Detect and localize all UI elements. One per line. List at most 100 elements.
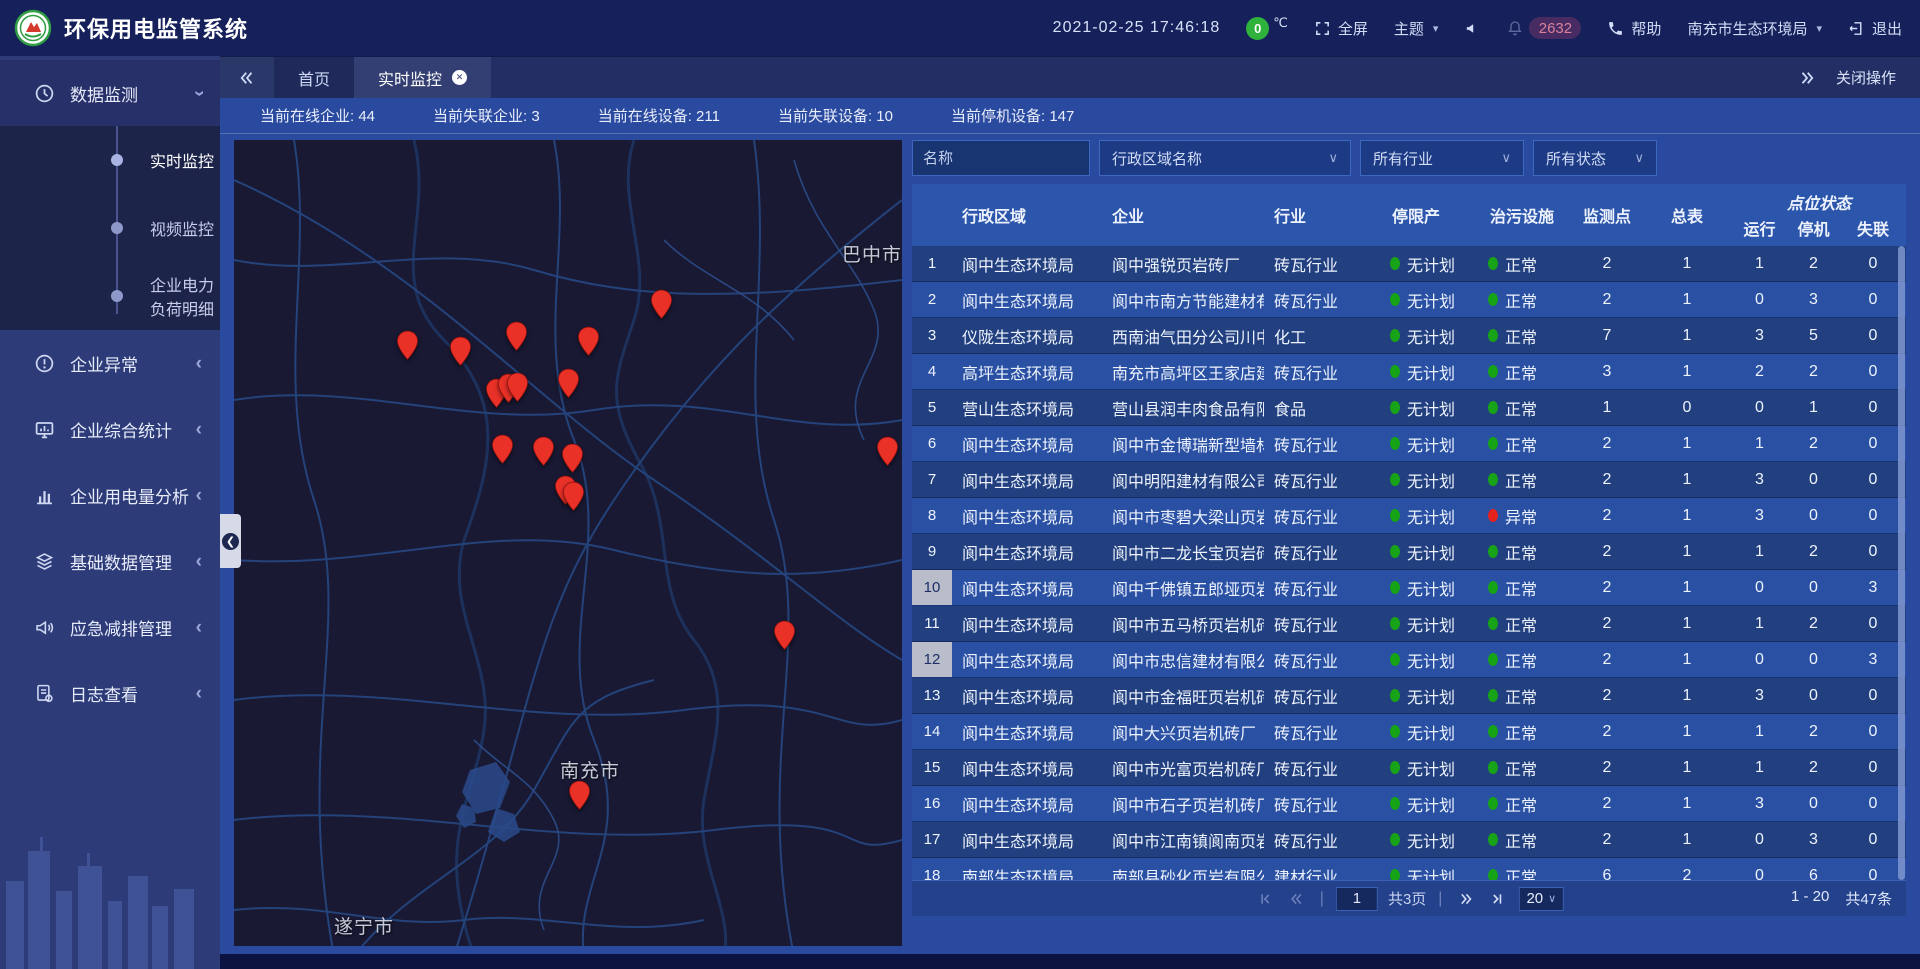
- table-row-7[interactable]: 7阆中生态环境局阆中明阳建材有限公司砖瓦行业无计划正常21300: [912, 462, 1906, 498]
- map-pin-icon[interactable]: [396, 330, 419, 361]
- help-button[interactable]: 帮助: [1607, 18, 1661, 39]
- cell-offline: 0: [1840, 507, 1906, 525]
- cell-company: 阆中市二龙长宝页岩砖: [1102, 540, 1264, 564]
- table-row-9[interactable]: 9阆中生态环境局阆中市二龙长宝页岩砖砖瓦行业无计划正常21120: [912, 534, 1906, 570]
- table-row-2[interactable]: 2阆中生态环境局阆中市南方节能建材有砖瓦行业无计划正常21030: [912, 282, 1906, 318]
- map-pin-icon[interactable]: [491, 434, 514, 465]
- table-row-1[interactable]: 1阆中生态环境局阆中强锐页岩砖厂砖瓦行业无计划正常21120: [912, 246, 1906, 282]
- status-filter-select[interactable]: 所有状态∨: [1533, 140, 1657, 176]
- table-row-3[interactable]: 3仪陇生态环境局西南油气田分公司川中化工无计划正常71350: [912, 318, 1906, 354]
- page-number-input[interactable]: [1336, 887, 1378, 911]
- sidebar: 数据监测‹实时监控视频监控企业电力负荷明细企业异常‹企业综合统计‹企业用电量分析…: [0, 56, 220, 969]
- row-index: 9: [912, 534, 952, 569]
- city-label: 遂宁市: [334, 912, 394, 939]
- table-row-6[interactable]: 6阆中生态环境局阆中市金博瑞新型墙材砖瓦行业无计划正常21120: [912, 426, 1906, 462]
- map-panel[interactable]: 巴中市南充市遂宁市: [234, 140, 902, 946]
- cell-facility: 正常: [1480, 864, 1572, 881]
- sidebar-subitem-2[interactable]: 企业电力负荷明细: [0, 262, 220, 330]
- table-row-4[interactable]: 4高坪生态环境局南充市高坪区王家店建砖瓦行业无计划正常31220: [912, 354, 1906, 390]
- table-row-17[interactable]: 17阆中生态环境局阆中市江南镇阆南页岩砖瓦行业无计划正常21030: [912, 822, 1906, 858]
- cell-region: 高坪生态环境局: [952, 360, 1102, 384]
- row-index: 1: [912, 246, 952, 281]
- cell-industry: 砖瓦行业: [1264, 720, 1382, 744]
- mute-button[interactable]: [1464, 20, 1481, 37]
- cell-region: 南部生态环境局: [952, 864, 1102, 881]
- table-row-11[interactable]: 11阆中生态环境局阆中市五马桥页岩机砖砖瓦行业无计划正常21120: [912, 606, 1906, 642]
- map-pin-icon[interactable]: [506, 372, 529, 403]
- cell-meters: 1: [1642, 615, 1732, 633]
- sidebar-item-2[interactable]: 企业综合统计‹: [0, 396, 220, 462]
- table-body[interactable]: 1阆中生态环境局阆中强锐页岩砖厂砖瓦行业无计划正常211202阆中生态环境局阆中…: [912, 246, 1906, 880]
- sidebar-item-5[interactable]: 应急减排管理‹: [0, 594, 220, 660]
- table-row-5[interactable]: 5营山生态环境局营山县润丰肉食品有限食品无计划正常10010: [912, 390, 1906, 426]
- city-label: 南充市: [560, 756, 620, 783]
- cell-running: 3: [1732, 507, 1787, 525]
- tabs-scroll-left-button[interactable]: [220, 57, 274, 99]
- cell-points: 1: [1572, 399, 1642, 417]
- map-pin-icon[interactable]: [557, 368, 580, 399]
- table-row-12[interactable]: 12阆中生态环境局阆中市忠信建材有限公砖瓦行业无计划正常21003: [912, 642, 1906, 678]
- table-row-18[interactable]: 18南部生态环境局南部县砂化页岩有限公建材行业无计划正常62060: [912, 858, 1906, 880]
- table-scrollbar[interactable]: [1898, 246, 1905, 880]
- table-row-14[interactable]: 14阆中生态环境局阆中大兴页岩机砖厂砖瓦行业无计划正常21120: [912, 714, 1906, 750]
- tab-close-icon[interactable]: ✕: [452, 70, 467, 85]
- sidebar-item-4[interactable]: 基础数据管理‹: [0, 528, 220, 594]
- page-size-select[interactable]: 20∨: [1518, 887, 1564, 911]
- status-dot-icon: [1390, 293, 1400, 306]
- map-pin-icon[interactable]: [568, 780, 591, 811]
- cell-offline: 0: [1840, 795, 1906, 813]
- cell-company: 阆中大兴页岩机砖厂: [1102, 720, 1264, 744]
- map-pin-icon[interactable]: [449, 336, 472, 367]
- logout-button[interactable]: 退出: [1848, 18, 1902, 39]
- pagination-bar: | 共3页 | 20∨: [912, 880, 1906, 916]
- table-row-8[interactable]: 8阆中生态环境局阆中市枣碧大梁山页岩砖瓦行业无计划异常21300: [912, 498, 1906, 534]
- cell-points: 2: [1572, 507, 1642, 525]
- fullscreen-button[interactable]: 全屏: [1314, 18, 1368, 39]
- temperature-badge: 0: [1246, 17, 1269, 40]
- sidebar-subitem-0[interactable]: 实时监控: [0, 126, 220, 194]
- sidebar-subitem-1[interactable]: 视频监控: [0, 194, 220, 262]
- map-pin-icon[interactable]: [561, 443, 584, 474]
- next-page-button[interactable]: [1454, 888, 1476, 910]
- map-pin-icon[interactable]: [876, 436, 899, 467]
- cell-offline: 0: [1840, 543, 1906, 561]
- map-pin-icon[interactable]: [773, 620, 796, 651]
- map-pin-icon[interactable]: [650, 289, 673, 320]
- region-filter-select[interactable]: 行政区域名称∨: [1099, 140, 1351, 176]
- sidebar-item-0[interactable]: 数据监测‹: [0, 60, 220, 126]
- map-pin-icon[interactable]: [577, 326, 600, 357]
- table-row-16[interactable]: 16阆中生态环境局阆中市石子页岩机砖厂砖瓦行业无计划正常21300: [912, 786, 1906, 822]
- sidebar-item-6[interactable]: 日志查看‹: [0, 660, 220, 726]
- cell-industry: 砖瓦行业: [1264, 828, 1382, 852]
- tab-realtime-monitoring[interactable]: 实时监控 ✕: [354, 57, 491, 99]
- cell-offline: 0: [1840, 687, 1906, 705]
- cell-company: 阆中市金博瑞新型墙材: [1102, 432, 1264, 456]
- cell-facility: 正常: [1480, 360, 1572, 384]
- map-pin-icon[interactable]: [562, 481, 585, 512]
- theme-button[interactable]: 主题▾: [1394, 18, 1439, 39]
- chevron-left-icon: ‹: [196, 618, 202, 637]
- first-page-button[interactable]: [1254, 888, 1276, 910]
- double-chevron-right-icon[interactable]: [1798, 69, 1816, 87]
- name-filter-input[interactable]: [912, 140, 1090, 176]
- chevron-left-icon: ‹: [196, 354, 202, 373]
- table-row-10[interactable]: 10阆中生态环境局阆中千佛镇五郎垭页岩砖瓦行业无计划正常21003: [912, 570, 1906, 606]
- cell-running: 2: [1732, 363, 1787, 381]
- industry-filter-select[interactable]: 所有行业∨: [1360, 140, 1524, 176]
- org-user-menu[interactable]: 南充市生态环境局▾: [1687, 18, 1822, 39]
- submenu-dot-icon: [111, 290, 123, 302]
- close-operations-button[interactable]: 关闭操作: [1836, 67, 1896, 88]
- sidebar-item-1[interactable]: 企业异常‹: [0, 330, 220, 396]
- sidebar-item-3[interactable]: 企业用电量分析‹: [0, 462, 220, 528]
- tab-home[interactable]: 首页: [274, 57, 354, 99]
- sidebar-collapse-button[interactable]: ❮: [220, 514, 241, 568]
- map-pin-icon[interactable]: [505, 321, 528, 352]
- last-page-button[interactable]: [1486, 888, 1508, 910]
- table-row-13[interactable]: 13阆中生态环境局阆中市金福旺页岩机砖砖瓦行业无计划正常21300: [912, 678, 1906, 714]
- chevron-left-icon: ‹: [196, 420, 202, 439]
- notifications[interactable]: 2632: [1507, 17, 1581, 39]
- chevron-down-icon: ∨: [1634, 150, 1644, 166]
- map-pin-icon[interactable]: [532, 436, 555, 467]
- table-row-15[interactable]: 15阆中生态环境局阆中市光富页岩机砖厂砖瓦行业无计划正常21120: [912, 750, 1906, 786]
- previous-page-button[interactable]: [1286, 888, 1308, 910]
